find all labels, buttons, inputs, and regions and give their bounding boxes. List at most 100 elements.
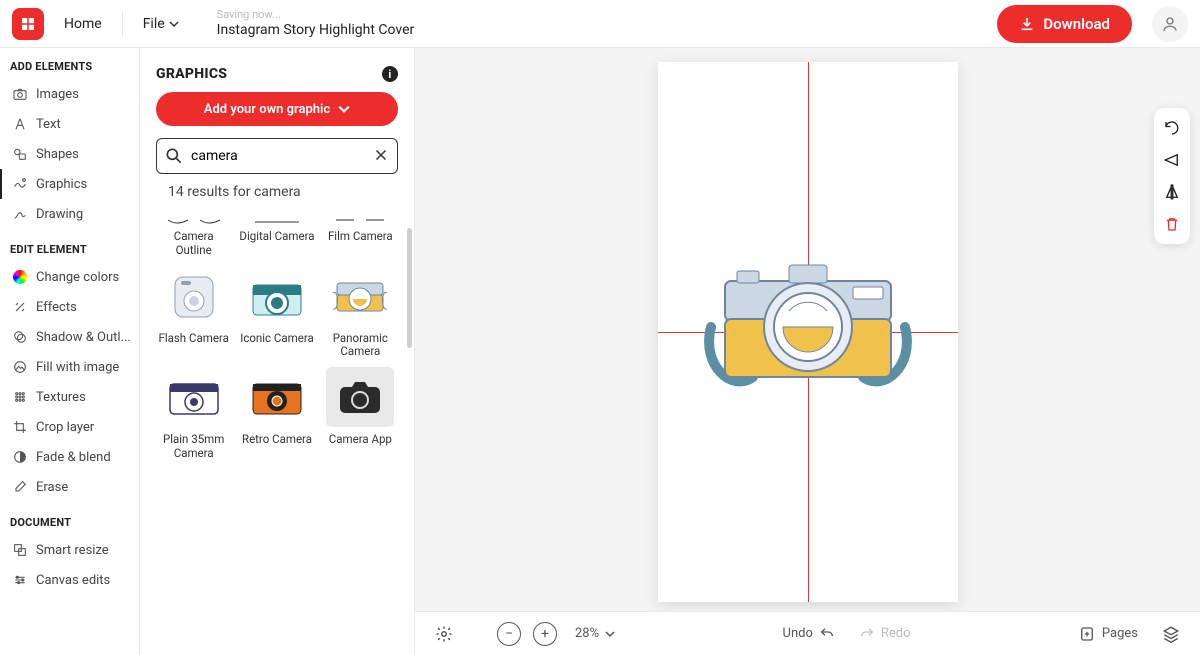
sidebar-item-effects[interactable]: Effects <box>0 292 139 322</box>
erase-icon <box>12 479 28 495</box>
graphics-item[interactable]: Plain 35mm Camera <box>156 367 231 461</box>
thumb-film-camera <box>326 208 394 224</box>
flip-h-icon <box>1163 151 1181 169</box>
search-input[interactable] <box>156 138 398 174</box>
sidebar-item-shapes[interactable]: Shapes <box>0 139 139 169</box>
graphic-label: Film Camera <box>328 230 393 256</box>
thumb-flash-camera <box>160 266 228 326</box>
placed-graphic[interactable] <box>693 257 923 407</box>
delete-button[interactable] <box>1158 210 1186 238</box>
flip-v-icon <box>1163 183 1181 201</box>
search-wrap <box>156 138 398 174</box>
add-page-icon <box>1078 625 1096 643</box>
undo-button[interactable]: Undo <box>777 622 841 646</box>
download-label: Download <box>1043 15 1110 33</box>
document-title[interactable]: Instagram Story Highlight Cover <box>217 22 415 38</box>
zoom-in-button[interactable]: + <box>533 622 557 646</box>
redo-icon <box>859 626 875 642</box>
fade-icon <box>12 449 28 465</box>
sidebar-item-change-colors[interactable]: Change colors <box>0 262 139 292</box>
graphics-item[interactable]: Panoramic Camera <box>323 266 398 360</box>
sidebar-item-label: Shadow & Outl... <box>36 330 131 345</box>
document-title-block: Saving now... Instagram Story Highlight … <box>217 9 415 38</box>
info-icon[interactable]: i <box>382 66 398 82</box>
artboard[interactable] <box>658 62 958 602</box>
thumb-panoramic-camera <box>326 266 394 326</box>
account-button[interactable] <box>1152 6 1188 42</box>
canvas-edits-icon <box>12 572 28 588</box>
shadow-icon <box>12 329 28 345</box>
sidebar-item-label: Shapes <box>36 147 79 162</box>
undo-label: Undo <box>783 626 813 641</box>
sidebar-item-text[interactable]: Text <box>0 109 139 139</box>
bottom-bar: − + 28% Undo Redo Pages <box>415 611 1200 655</box>
thumb-retro-camera <box>243 367 311 427</box>
add-own-graphic-button[interactable]: Add your own graphic <box>156 92 398 126</box>
color-wheel-icon <box>12 269 28 285</box>
sidebar-item-label: Erase <box>36 480 68 495</box>
graphics-item[interactable]: Retro Camera <box>239 367 314 461</box>
pages-button[interactable]: Pages <box>1072 621 1144 647</box>
canvas-viewport[interactable] <box>415 48 1200 611</box>
sidebar-item-smart-resize[interactable]: Smart resize <box>0 535 139 565</box>
home-button[interactable]: Home <box>54 10 112 38</box>
sidebar-item-label: Graphics <box>36 177 87 192</box>
sidebar-item-erase[interactable]: Erase <box>0 472 139 502</box>
sidebar-item-fill-with-image[interactable]: Fill with image <box>0 352 139 382</box>
file-menu[interactable]: File <box>133 10 189 38</box>
layers-button[interactable] <box>1156 621 1186 647</box>
close-icon <box>372 146 390 164</box>
graphics-panel: GRAPHICS i Add your own graphic 14 resul… <box>140 48 415 655</box>
clear-search-button[interactable] <box>372 146 390 164</box>
sidebar-item-label: Images <box>36 87 79 102</box>
download-button[interactable]: Download <box>997 5 1132 43</box>
sidebar-item-crop-layer[interactable]: Crop layer <box>0 412 139 442</box>
sidebar-item-graphics[interactable]: Graphics <box>0 169 139 199</box>
chevron-down-icon <box>169 19 179 29</box>
section-add-elements: ADD ELEMENTS <box>0 60 139 79</box>
sidebar-item-shadow-outline[interactable]: Shadow & Outl... <box>0 322 139 352</box>
download-icon <box>1019 16 1035 32</box>
zoom-level[interactable]: 28% <box>569 622 621 645</box>
section-edit-element: EDIT ELEMENT <box>0 243 139 262</box>
panel-scrollbar[interactable] <box>407 228 412 348</box>
graphics-item[interactable]: Iconic Camera <box>239 266 314 360</box>
results-count: 14 results for camera <box>168 184 398 200</box>
graphics-item[interactable]: Camera Outline <box>156 208 231 258</box>
graphic-label: Camera App <box>329 433 392 459</box>
redo-label: Redo <box>881 626 911 641</box>
graphics-item[interactable]: Flash Camera <box>156 266 231 360</box>
graphic-label: Flash Camera <box>158 332 228 358</box>
graphics-item[interactable]: Film Camera <box>323 208 398 258</box>
flip-vertical-button[interactable] <box>1158 178 1186 206</box>
sidebar-item-label: Crop layer <box>36 420 94 435</box>
zoom-out-button[interactable]: − <box>497 622 521 646</box>
user-icon <box>1161 15 1179 33</box>
textures-icon <box>12 389 28 405</box>
graphic-label: Iconic Camera <box>240 332 314 358</box>
graphics-item[interactable]: Digital Camera <box>239 208 314 258</box>
sidebar-item-label: Fill with image <box>36 360 119 375</box>
undo-icon <box>819 626 835 642</box>
sidebar-item-fade-blend[interactable]: Fade & blend <box>0 442 139 472</box>
zoom-value: 28% <box>575 626 599 641</box>
chevron-down-icon <box>605 629 615 639</box>
left-sidebar: ADD ELEMENTS Images Text Shapes Graphics… <box>0 48 140 655</box>
app-logo[interactable] <box>12 8 44 40</box>
thumb-camera-outline <box>160 208 228 224</box>
rotate-ccw-icon <box>1163 119 1181 137</box>
graphics-item[interactable]: Camera App <box>323 367 398 461</box>
redo-button[interactable]: Redo <box>853 622 917 646</box>
panel-heading: GRAPHICS <box>156 66 227 82</box>
sidebar-item-textures[interactable]: Textures <box>0 382 139 412</box>
sidebar-item-label: Canvas edits <box>36 573 110 588</box>
shapes-icon <box>12 146 28 162</box>
sidebar-item-canvas-edits[interactable]: Canvas edits <box>0 565 139 595</box>
sidebar-item-drawing[interactable]: Drawing <box>0 199 139 229</box>
sidebar-item-images[interactable]: Images <box>0 79 139 109</box>
panel-heading-row: GRAPHICS i <box>156 66 398 82</box>
undo-rotate-button[interactable] <box>1158 114 1186 142</box>
settings-button[interactable] <box>429 621 459 647</box>
flip-horizontal-button[interactable] <box>1158 146 1186 174</box>
pages-label: Pages <box>1102 626 1138 641</box>
